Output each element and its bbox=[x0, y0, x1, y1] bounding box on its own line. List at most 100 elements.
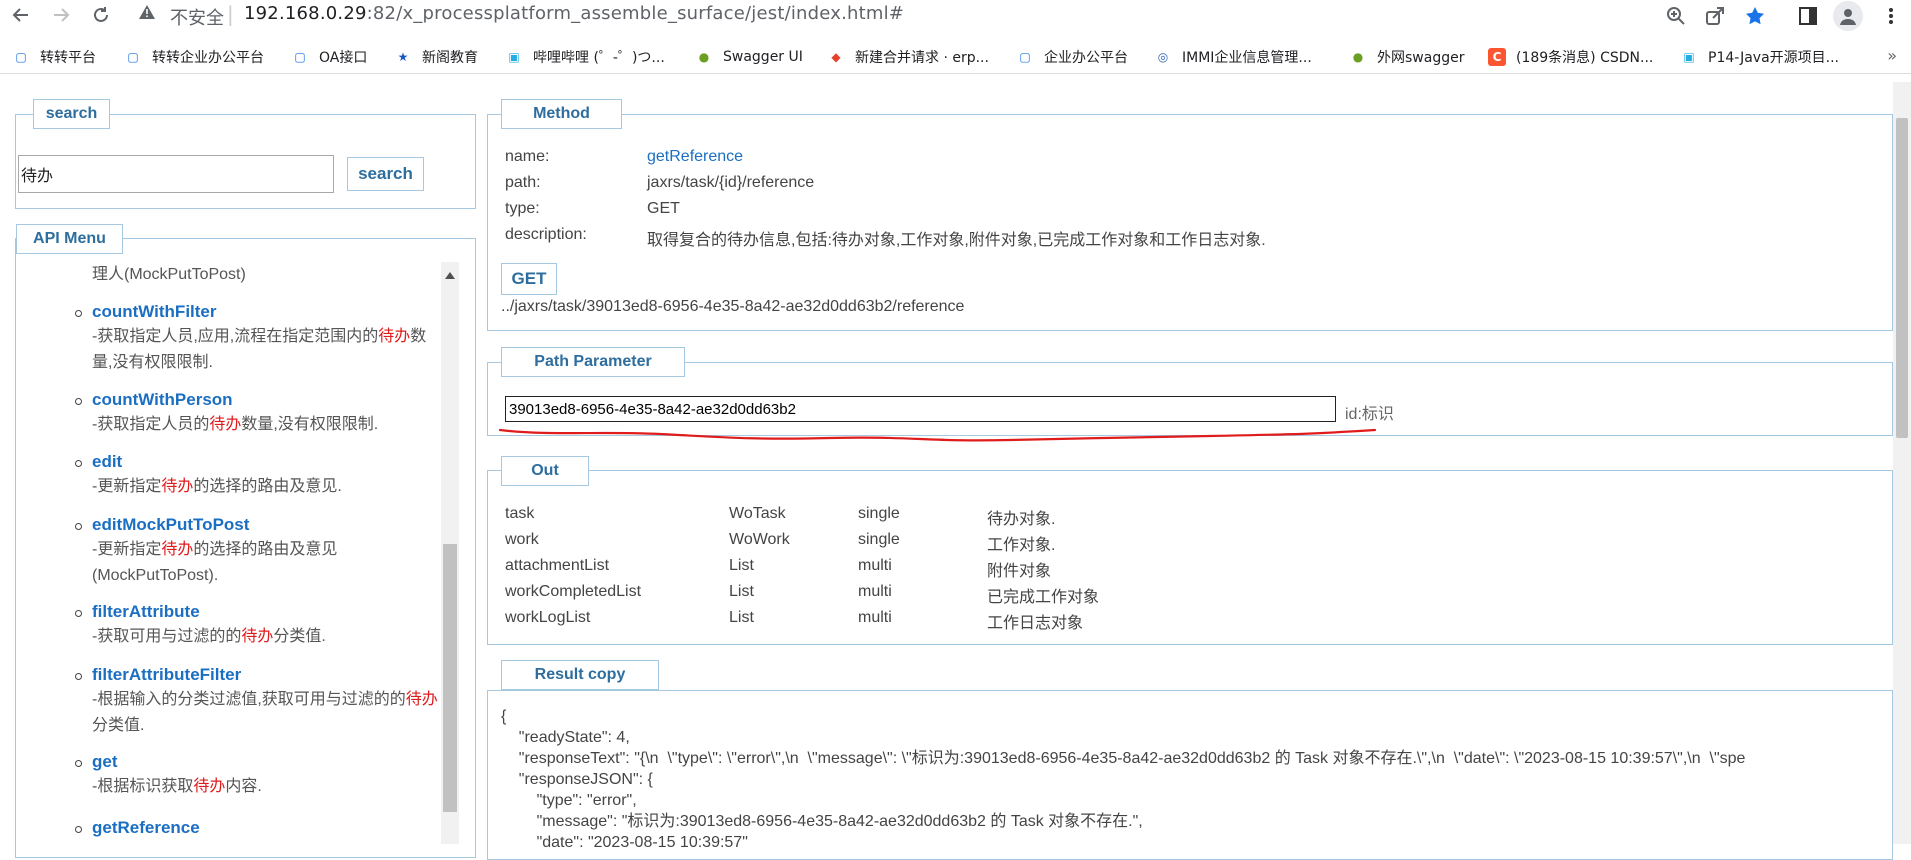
bookmark-item[interactable]: ◎ IMMI企业信息管理... bbox=[1154, 46, 1312, 68]
api-menu-item-link[interactable]: getReference bbox=[92, 818, 200, 838]
api-menu-item-description: -获取可用与过滤的的待办分类值. bbox=[92, 624, 440, 650]
share-icon[interactable] bbox=[1702, 3, 1728, 29]
out-cell-desc: 附件对象 bbox=[987, 563, 1052, 580]
api-menu-item-link[interactable]: editMockPutToPost bbox=[92, 515, 249, 535]
method-name-label: name: bbox=[505, 148, 550, 165]
doc-icon: ▢ bbox=[127, 50, 139, 64]
page-scrollbar-thumb[interactable] bbox=[1896, 118, 1908, 438]
list-bullet bbox=[75, 398, 82, 405]
method-legend: Method bbox=[501, 99, 622, 129]
search-input[interactable] bbox=[18, 155, 334, 193]
search-highlight: 待办 bbox=[161, 478, 194, 495]
page-scrollbar[interactable] bbox=[1893, 82, 1911, 844]
sidebar-panel-icon[interactable] bbox=[1795, 3, 1821, 29]
list-bullet bbox=[75, 826, 82, 833]
bookmark-label: 转转平台 bbox=[40, 50, 96, 66]
description-text: -根据标识获取 bbox=[92, 778, 194, 795]
method-description-label: description: bbox=[505, 226, 587, 243]
gitlab-icon: ◆ bbox=[831, 50, 841, 64]
api-menu-item-description: -获取指定人员的待办数量,没有权限限制. bbox=[92, 412, 440, 438]
insecure-label[interactable]: 不安全 bbox=[170, 4, 224, 30]
bookmark-item[interactable]: ★ 新阁教育 bbox=[394, 46, 478, 68]
description-text: -更新指定 bbox=[92, 541, 162, 558]
out-cell-name: task bbox=[505, 505, 535, 522]
api-menu-item-description: -获取指定人员,应用,流程在指定范围内的待办数量,没有权限限制. bbox=[92, 324, 440, 376]
out-cell-type: List bbox=[729, 583, 754, 600]
description-text: 内容. bbox=[225, 778, 262, 795]
method-path-value: jaxrs/task/{id}/reference bbox=[647, 174, 815, 191]
doc-icon: ▢ bbox=[1019, 50, 1031, 64]
api-menu-item-link[interactable]: filterAttributeFilter bbox=[92, 665, 241, 685]
out-cell-type: List bbox=[729, 609, 754, 626]
bookmark-item[interactable]: ▢ 转转平台 bbox=[12, 46, 96, 68]
list-bullet bbox=[75, 610, 82, 617]
scrollbar-thumb[interactable] bbox=[443, 544, 457, 812]
list-bullet bbox=[75, 523, 82, 530]
description-text: 分类值. bbox=[273, 628, 326, 645]
description-text: 的选择的路由及意见. bbox=[193, 478, 342, 495]
url-host: 192.168.0.29 bbox=[244, 3, 367, 24]
zoom-icon[interactable] bbox=[1663, 3, 1689, 29]
warning-icon[interactable] bbox=[138, 4, 156, 25]
list-bullet bbox=[75, 760, 82, 767]
out-cell-desc: 已完成工作对象 bbox=[987, 589, 1100, 606]
back-arrow-icon[interactable] bbox=[8, 2, 34, 28]
search-highlight: 待办 bbox=[193, 778, 226, 795]
bookmark-item[interactable]: ▣ P14-Java开源项目... bbox=[1680, 46, 1839, 68]
list-bullet bbox=[75, 460, 82, 467]
csdn-icon: C bbox=[1488, 48, 1506, 66]
doc-icon: ▢ bbox=[15, 50, 27, 64]
method-name-link[interactable]: getReference bbox=[647, 148, 743, 166]
description-text: -根据输入的分类过滤值,获取可用与过滤的的 bbox=[92, 691, 406, 708]
api-menu-item-link[interactable]: get bbox=[92, 752, 118, 772]
out-cell-name: work bbox=[505, 531, 539, 548]
address-bar[interactable]: 192.168.0.29:82/x_processplatform_assemb… bbox=[244, 3, 904, 24]
more-vert-icon[interactable] bbox=[1878, 3, 1904, 29]
bookmark-item[interactable]: ▢ 转转企业办公平台 bbox=[124, 46, 264, 68]
bookmark-label: 新阁教育 bbox=[422, 50, 478, 66]
bookmark-item[interactable]: C (189条消息) CSDN... bbox=[1488, 46, 1653, 68]
menu-fragment-text: 理人(MockPutToPost) bbox=[92, 266, 246, 283]
api-menu-legend: API Menu bbox=[16, 224, 123, 254]
api-menu-item-description: -根据输入的分类过滤值,获取可用与过滤的的待办分类值. bbox=[92, 687, 440, 739]
bookmark-label: 企业办公平台 bbox=[1044, 50, 1128, 66]
search-highlight: 待办 bbox=[241, 628, 274, 645]
out-cell-mult: single bbox=[858, 531, 900, 548]
out-cell-desc: 工作对象. bbox=[987, 537, 1056, 554]
api-menu-scrollbar[interactable] bbox=[441, 262, 459, 844]
result-line: "readyState": 4, bbox=[501, 729, 630, 746]
bookmark-label: 转转企业办公平台 bbox=[152, 50, 264, 66]
method-path-label: path: bbox=[505, 174, 541, 191]
reload-icon[interactable] bbox=[88, 2, 114, 28]
bookmark-label: OA接口 bbox=[319, 50, 368, 66]
out-cell-desc: 工作日志对象 bbox=[987, 615, 1084, 632]
search-highlight: 待办 bbox=[209, 416, 242, 433]
description-text: -获取指定人员的 bbox=[92, 416, 210, 433]
profile-avatar-icon[interactable] bbox=[1833, 1, 1863, 31]
bookmarks-overflow-icon[interactable]: » bbox=[1887, 46, 1897, 65]
bookmark-item[interactable]: ▣ 哔哩哔哩 (゜-゜)つ... bbox=[505, 46, 664, 68]
out-cell-desc: 待办对象. bbox=[987, 511, 1056, 528]
bookmark-star-icon[interactable] bbox=[1742, 3, 1768, 29]
bookmark-item[interactable]: ◆ 新建合并请求 · erp... bbox=[827, 46, 989, 68]
result-line: "message": "标识为:39013ed8-6956-4e35-8a42-… bbox=[501, 813, 1143, 830]
api-menu-item-link[interactable]: countWithFilter bbox=[92, 302, 217, 322]
forward-arrow-icon[interactable] bbox=[48, 2, 74, 28]
result-line: "date": "2023-08-15 10:39:57" bbox=[501, 834, 748, 851]
bookmark-item[interactable]: ▢ OA接口 bbox=[291, 46, 367, 68]
bookmark-item[interactable]: ● Swagger UI bbox=[695, 46, 803, 68]
bookmark-item[interactable]: ▢ 企业办公平台 bbox=[1016, 46, 1128, 68]
api-menu-item-link[interactable]: edit bbox=[92, 452, 122, 472]
bookmark-item[interactable]: ● 外网swagger bbox=[1349, 46, 1465, 68]
red-underline-annotation bbox=[498, 428, 1377, 442]
browser-toolbar: 不安全 | 192.168.0.29:82/x_processplatform_… bbox=[0, 0, 1911, 32]
api-menu-item-link[interactable]: filterAttribute bbox=[92, 602, 200, 622]
scroll-up-arrow-icon[interactable] bbox=[445, 272, 455, 279]
result-line: "responseJSON": { bbox=[501, 771, 653, 788]
star-icon: ★ bbox=[397, 50, 409, 64]
api-menu-item-link[interactable]: countWithPerson bbox=[92, 390, 233, 410]
search-button[interactable]: search bbox=[347, 157, 424, 191]
description-text: -获取指定人员,应用,流程在指定范围内的 bbox=[92, 328, 379, 345]
out-cell-mult: multi bbox=[858, 583, 892, 600]
get-button[interactable]: GET bbox=[501, 263, 557, 295]
